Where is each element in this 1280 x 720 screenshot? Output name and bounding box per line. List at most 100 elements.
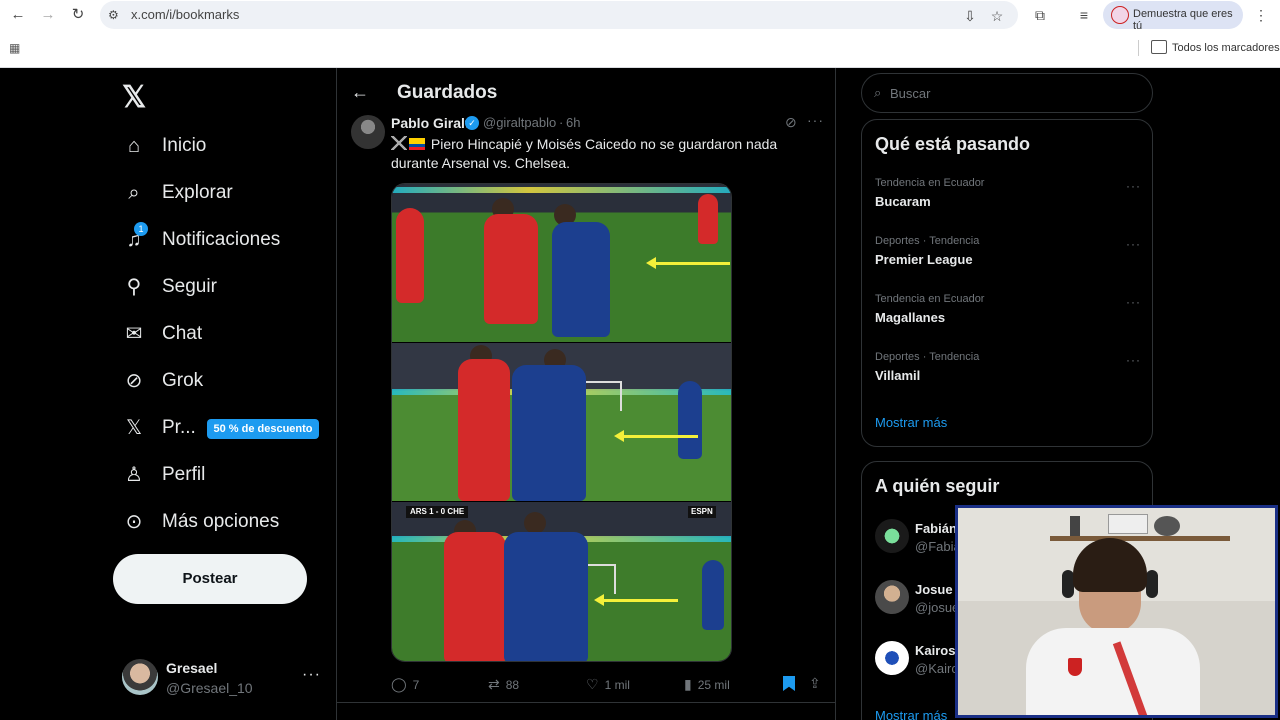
browser-chrome: ← → ↻ ⚙ x.com/i/bookmarks ⇩ ☆ ⧉ ≡ Demues…: [0, 0, 1280, 68]
follow-show-more-link[interactable]: Mostrar más: [875, 708, 947, 720]
views-chart-icon: ▮: [684, 676, 692, 692]
mail-icon: ✉: [125, 323, 143, 345]
avatar[interactable]: [875, 580, 909, 614]
x-logo-icon[interactable]: 𝕏: [122, 80, 146, 115]
reply-button[interactable]: ◯ 7: [391, 676, 419, 693]
trend-item[interactable]: Tendencia en Ecuador Magallanes ···: [875, 293, 1141, 333]
tweet-author-handle[interactable]: @giraltpablo: [483, 115, 556, 130]
account-name[interactable]: Gresael: [166, 660, 217, 676]
scorebug: ARS 1 - 0 CHE: [406, 506, 469, 518]
back-arrow-icon[interactable]: ←: [6, 4, 30, 26]
trends-show-more-link[interactable]: Mostrar más: [875, 415, 947, 430]
reading-list-icon[interactable]: ≡: [1074, 5, 1094, 25]
trend-meta: Deportes · Tendencia: [875, 235, 980, 247]
media-frame: [392, 343, 731, 501]
like-button[interactable]: ♡ 1 mil: [586, 676, 630, 693]
yellow-arrow: [646, 257, 730, 269]
site-info-icon[interactable]: ⚙: [108, 6, 124, 24]
bookmarks-divider: [1138, 40, 1139, 56]
suggestion-handle: @josue: [915, 600, 960, 615]
avatar[interactable]: [875, 519, 909, 553]
nav-item-profile[interactable]: ♙ Perfil: [122, 457, 205, 493]
browser-toolbar: ← → ↻ ⚙ x.com/i/bookmarks ⇩ ☆ ⧉ ≡ Demues…: [0, 0, 1280, 32]
share-icon[interactable]: ⇪: [809, 675, 821, 692]
address-bar[interactable]: ⚙ x.com/i/bookmarks ⇩ ☆: [100, 1, 1018, 29]
nav-item-more[interactable]: ⊙ Más opciones: [122, 504, 280, 540]
forward-arrow-icon[interactable]: →: [36, 4, 60, 26]
nav-item-notifications[interactable]: ♫ 1 Notificaciones: [122, 222, 280, 258]
trend-more-icon[interactable]: ···: [1126, 295, 1141, 309]
shelf-object: [1154, 516, 1180, 536]
trend-item[interactable]: Tendencia en Ecuador Bucaram ···: [875, 177, 1141, 217]
webcam-overlay: [955, 505, 1278, 718]
tweet-more-icon[interactable]: ···: [807, 112, 824, 128]
tweet-timestamp[interactable]: 6h: [566, 115, 580, 130]
player-figure: [678, 381, 702, 459]
premium-discount-badge[interactable]: 50 % de descuento: [207, 419, 319, 439]
trend-item[interactable]: Deportes · Tendencia Premier League ···: [875, 235, 1141, 275]
tweet-author-avatar[interactable]: [351, 115, 385, 149]
back-arrow-icon[interactable]: ←: [351, 82, 369, 103]
trend-item[interactable]: Deportes · Tendencia Villamil ···: [875, 351, 1141, 391]
tweet-media[interactable]: ARS 1 - 0 CHE ESPN: [391, 183, 732, 662]
tweet-author-name[interactable]: Pablo Giralt: [391, 115, 470, 131]
post-button[interactable]: Postear: [113, 554, 307, 604]
extensions-icon[interactable]: ⧉: [1030, 5, 1050, 25]
broadcaster-logo: ESPN: [688, 506, 716, 518]
suggestion-handle: @Fabia: [915, 539, 961, 554]
tweet-divider: [337, 702, 835, 703]
trend-topic: Premier League: [875, 252, 973, 267]
nav-item-follow[interactable]: ⚲ Seguir: [122, 269, 217, 305]
suggestion-name: Josue: [915, 582, 953, 597]
player-figure: [702, 560, 724, 630]
install-app-icon[interactable]: ⇩: [960, 6, 980, 26]
tweet-text: Piero Hincapié y Moisés Caicedo no se gu…: [391, 135, 811, 173]
trend-more-icon[interactable]: ···: [1126, 353, 1141, 367]
like-count: 1 mil: [604, 677, 630, 692]
nav-item-home[interactable]: ⌂ Inicio: [122, 128, 206, 164]
tweet-separator: ·: [559, 115, 564, 130]
profile-chip[interactable]: Demuestra que eres tú: [1103, 1, 1243, 32]
bell-icon: ♫ 1: [122, 222, 148, 252]
left-navigation: 𝕏 ⌂ Inicio ⌕ Explorar ♫ 1 Notificaciones …: [0, 68, 336, 720]
nav-item-premium[interactable]: 𝕏 Pr...: [122, 410, 196, 446]
nav-label: Pr...: [162, 417, 196, 438]
nav-item-grok[interactable]: ⊘ Grok: [122, 363, 204, 399]
avatar[interactable]: [875, 641, 909, 675]
reload-icon[interactable]: ↻: [66, 4, 90, 26]
nav-item-chat[interactable]: ✉ Chat: [122, 316, 203, 352]
player-figure: [396, 208, 424, 303]
nav-item-explore[interactable]: ⌕ Explorar: [122, 175, 232, 211]
player-figure: [698, 194, 718, 244]
ecuador-flag-icon: [409, 138, 425, 150]
grok-icon[interactable]: ⊘: [785, 114, 797, 131]
suggestion-handle: @Kairc: [915, 661, 958, 676]
tweet-actions: ◯ 7 ⇄ 88 ♡ 1 mil ▮ 25 mil ⇪: [391, 675, 821, 694]
account-more-icon[interactable]: ···: [302, 666, 321, 684]
suggestion-name: Fabián: [915, 521, 957, 536]
bookmark-filled-icon[interactable]: [783, 676, 795, 691]
x-premium-icon: 𝕏: [125, 417, 143, 439]
all-bookmarks-link[interactable]: Todos los marcadores: [1172, 42, 1280, 54]
trend-more-icon[interactable]: ···: [1126, 179, 1141, 193]
browser-menu-icon[interactable]: ⋮: [1251, 5, 1271, 25]
player-figure: [484, 214, 538, 324]
trend-more-icon[interactable]: ···: [1126, 237, 1141, 251]
apps-grid-icon[interactable]: ▦: [9, 41, 23, 55]
trend-meta: Tendencia en Ecuador: [875, 293, 985, 305]
tweet-body: Piero Hincapié y Moisés Caicedo no se gu…: [391, 136, 778, 171]
player-figure: [444, 532, 506, 661]
player-head: [524, 512, 546, 534]
views-button[interactable]: ▮ 25 mil: [684, 676, 730, 693]
crossed-swords-icon: [391, 136, 407, 150]
repost-count: 88: [505, 677, 520, 692]
avatar[interactable]: [122, 659, 158, 695]
repost-button[interactable]: ⇄ 88: [488, 676, 519, 693]
bookmark-star-icon[interactable]: ☆: [987, 6, 1007, 26]
reply-icon: ◯: [391, 676, 407, 692]
notification-badge: 1: [134, 222, 148, 236]
search-placeholder: Buscar: [890, 86, 931, 101]
person-shirt: [1026, 628, 1200, 715]
search-input[interactable]: ⌕ Buscar: [861, 73, 1153, 113]
nav-label: Inicio: [162, 135, 207, 156]
